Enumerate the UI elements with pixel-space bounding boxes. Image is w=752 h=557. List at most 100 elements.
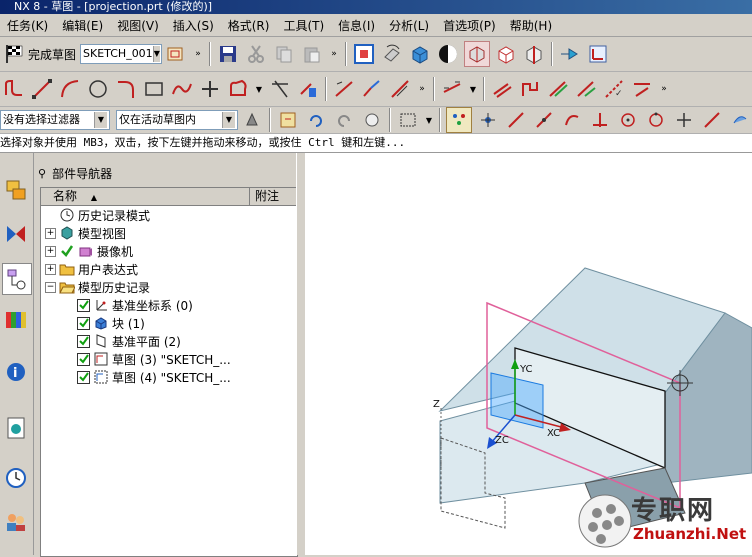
more-options-icon[interactable]: » [416,77,428,101]
copy-icon[interactable] [272,42,296,66]
studio-spline-icon[interactable] [170,77,194,101]
reuse-library-icon[interactable] [2,305,30,335]
remove-constraint-icon[interactable] [630,77,654,101]
extend-curve-icon[interactable] [360,77,384,101]
menu-view[interactable]: 视图(V) [110,17,166,34]
sketch-name-select[interactable]: SKETCH_001 ▼ [80,44,163,64]
tree-item-model-history[interactable]: − 模型历史记录 [45,278,150,296]
redo-list-icon[interactable] [332,108,356,132]
section-view-icon[interactable] [464,41,491,67]
menu-format[interactable]: 格式(R) [221,17,277,34]
parallel-constraint-icon[interactable] [490,77,514,101]
tree-item-block[interactable]: 块 (1) [77,314,145,332]
tree-item-datum-csys[interactable]: 基准坐标系 (0) [77,296,193,314]
wcs-icon[interactable] [586,42,610,66]
snap-point-icon[interactable] [476,108,500,132]
cut-icon[interactable] [244,42,268,66]
save-icon[interactable] [216,42,240,66]
tree-item-cameras[interactable]: + 摄像机 [45,242,133,260]
menu-insert[interactable]: 插入(S) [166,17,221,34]
finish-sketch-button[interactable]: 完成草图 [28,46,76,63]
fit-view-icon[interactable] [352,42,376,66]
assembly-navigator-icon[interactable] [2,175,30,205]
collapse-icon[interactable]: − [45,281,56,293]
offset-curve-icon[interactable] [296,77,320,101]
trim-icon[interactable] [268,77,292,101]
shaded-edges-icon[interactable] [436,42,460,66]
column-name-header[interactable]: 名称 ▲ [43,188,250,205]
end-point-icon[interactable] [504,108,528,132]
type-filter-select[interactable]: 没有选择过滤器 ▼ [0,110,110,130]
graphics-window[interactable]: YC XC ZC Z 专职网 Zhuanzhi.Net [305,153,752,555]
mirror-curve-icon[interactable] [332,77,356,101]
visibility-checkbox[interactable] [77,352,90,366]
roles-icon[interactable] [2,507,30,537]
wireframe-icon[interactable] [494,42,518,66]
visibility-checkbox[interactable] [77,370,90,384]
general-selection-icon[interactable] [276,108,300,132]
menu-help[interactable]: 帮助(H) [503,17,559,34]
project-curve-icon[interactable] [388,77,412,101]
intersection-icon[interactable] [588,108,612,132]
profile-icon[interactable] [2,77,26,101]
menu-analysis[interactable]: 分析(L) [382,17,436,34]
undo-list-icon[interactable] [304,108,328,132]
more-options-icon[interactable]: ▼ [424,108,434,132]
line-icon[interactable] [30,77,54,101]
menu-tools[interactable]: 工具(T) [276,17,331,34]
history-icon[interactable] [2,463,30,493]
arc-center-icon[interactable] [616,108,640,132]
visibility-checkbox[interactable] [77,316,90,330]
tree-item-model-views[interactable]: + 模型视图 [45,224,126,242]
rectangle-select-icon[interactable] [396,108,420,132]
selection-priority-icon[interactable] [240,108,264,132]
visibility-checkbox[interactable] [77,334,90,348]
column-note-header[interactable]: 附注 [251,188,279,205]
render-style-icon[interactable] [408,42,432,66]
visibility-checkbox[interactable] [77,298,90,312]
geometric-constraint-icon[interactable] [518,77,542,101]
constraint-navigator-icon[interactable] [2,219,30,249]
circle-icon[interactable] [86,77,110,101]
select-all-icon[interactable] [360,108,384,132]
menu-info[interactable]: 信息(I) [331,17,382,34]
web-browser-icon[interactable] [2,413,30,443]
menu-preferences[interactable]: 首选项(P) [436,17,503,34]
hd3d-tools-icon[interactable]: i [2,357,30,387]
control-point-icon[interactable] [560,108,584,132]
selection-scope-select[interactable]: 仅在活动草图内 ▼ [116,110,238,130]
menu-task[interactable]: 任务(K) [0,17,55,34]
part-navigator-icon[interactable] [2,263,32,295]
tree-item-sketch-4[interactable]: 草图 (4) "SKETCH_... [77,368,231,386]
more-options-icon[interactable]: » [192,42,204,66]
more-options-icon[interactable]: » [328,42,340,66]
layer-move-icon[interactable] [558,42,582,66]
menu-edit[interactable]: 编辑(E) [55,17,110,34]
polygon-icon[interactable] [226,77,250,101]
existing-point-icon[interactable] [672,108,696,132]
fillet-icon[interactable] [114,77,138,101]
tree-item-datum-plane[interactable]: 基准平面 (2) [77,332,181,350]
show-constraints-icon[interactable] [574,77,598,101]
auto-constraint-icon[interactable] [546,77,570,101]
convert-reference-icon[interactable]: ✓ [602,77,626,101]
snap-enable-icon[interactable] [446,107,472,133]
point-on-curve-icon[interactable] [700,108,724,132]
mid-point-icon[interactable] [532,108,556,132]
arc-icon[interactable] [58,77,82,101]
tree-item-history-mode[interactable]: 历史记录模式 [59,206,150,224]
dimension-icon[interactable] [440,77,464,101]
expand-icon[interactable]: + [45,245,56,257]
rotate-view-icon[interactable] [380,42,404,66]
more-options-icon[interactable]: » [658,77,670,101]
pin-icon[interactable]: ⚲ [38,167,46,180]
rectangle-icon[interactable] [142,77,166,101]
sketch-orient-icon[interactable] [164,42,188,66]
tree-item-sketch-3[interactable]: 草图 (3) "SKETCH_... [77,350,231,368]
tree-item-user-expressions[interactable]: + 用户表达式 [45,260,138,278]
more-options-icon[interactable]: ▼ [254,77,264,101]
paste-icon[interactable] [300,42,324,66]
finish-flag-icon[interactable] [2,42,26,66]
expand-icon[interactable]: + [45,263,56,275]
clip-section-icon[interactable] [522,42,546,66]
